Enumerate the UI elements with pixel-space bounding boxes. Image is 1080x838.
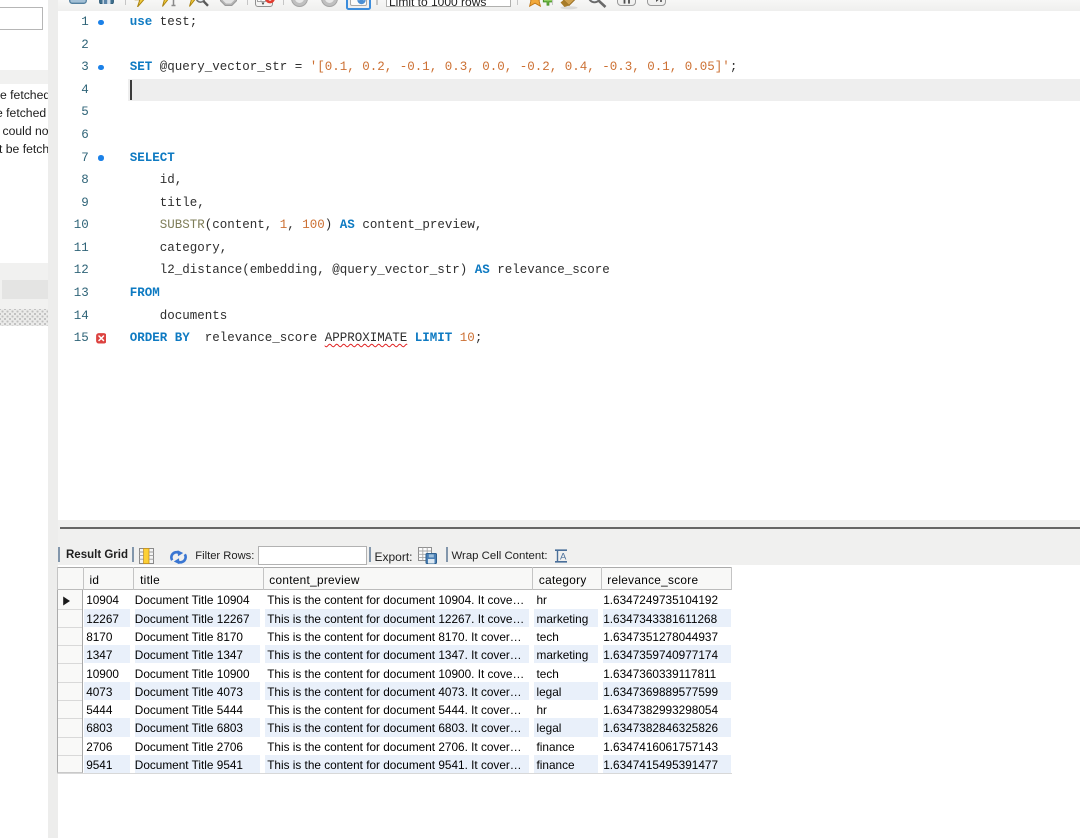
svg-text:A: A — [560, 552, 567, 563]
